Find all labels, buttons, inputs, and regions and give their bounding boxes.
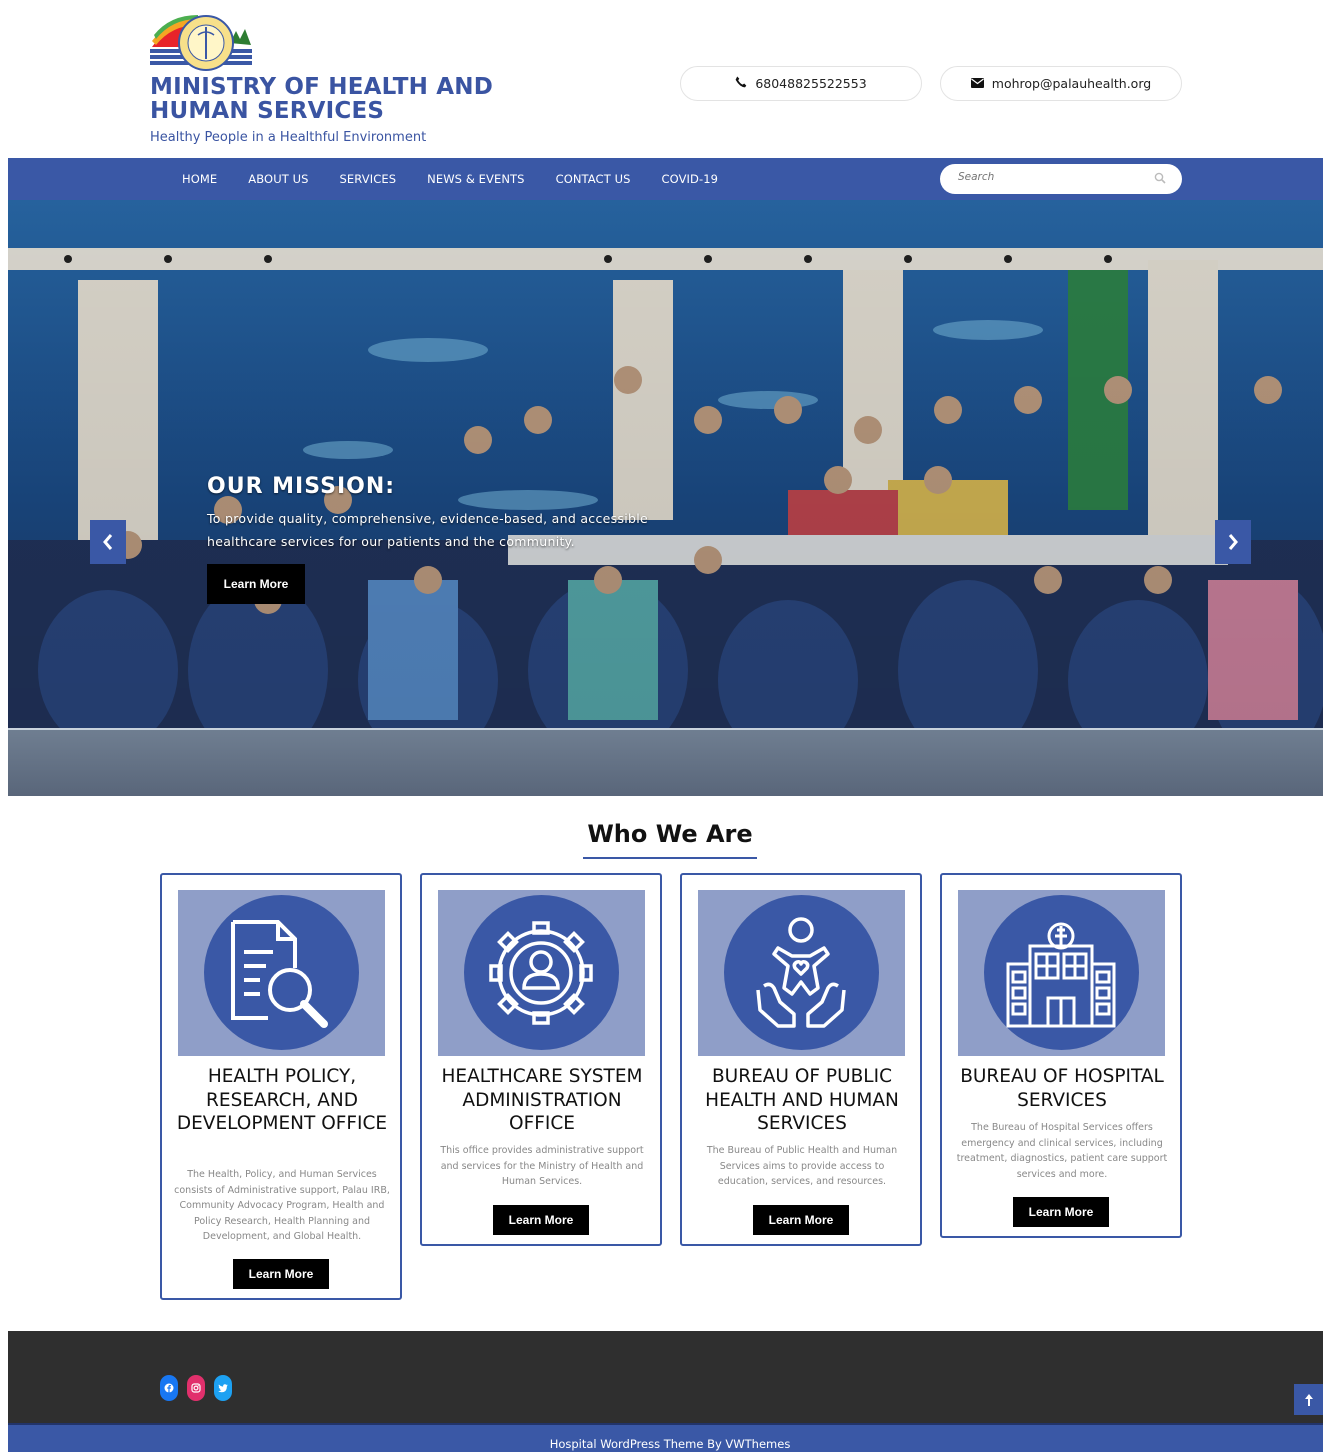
twitter-icon[interactable] — [214, 1375, 232, 1401]
email-address: mohrop@palauhealth.org — [991, 76, 1152, 91]
card-description: The Bureau of Public Health and Human Se… — [706, 1145, 898, 1187]
search-icon[interactable] — [1154, 172, 1166, 184]
nav-menu: HOME ABOUT US SERVICES NEWS & EVENTS CON… — [182, 158, 749, 200]
card-description: The Health, Policy, and Human Services c… — [174, 1169, 390, 1242]
page: MINISTRY OF HEALTH AND HUMAN SERVICES He… — [0, 0, 1323, 1452]
card-learn-more-button[interactable]: Learn More — [753, 1205, 849, 1235]
service-card-healthcare-administration: HEALTHCARE SYSTEM ADMINISTRATION OFFICE … — [420, 873, 662, 1246]
nav-item-covid-19[interactable]: COVID-19 — [662, 172, 719, 186]
card-title: HEALTH POLICY, RESEARCH, AND DEVELOPMENT… — [176, 1066, 388, 1134]
service-card-public-health: BUREAU OF PUBLIC HEALTH AND HUMAN SERVIC… — [680, 873, 922, 1246]
hero-text: To provide quality, comprehensive, evide… — [207, 511, 649, 549]
nav-item-home[interactable]: HOME — [182, 172, 217, 186]
card-title: HEALTHCARE SYSTEM ADMINISTRATION OFFICE — [441, 1066, 643, 1134]
slider-prev-button[interactable] — [90, 520, 126, 564]
footer — [8, 1331, 1323, 1423]
phone-icon — [735, 76, 747, 91]
nav-item-about-us[interactable]: ABOUT US — [248, 172, 308, 186]
chevron-left-icon — [103, 534, 113, 550]
instagram-icon[interactable] — [187, 1375, 205, 1401]
card-learn-more-button[interactable]: Learn More — [233, 1259, 329, 1289]
card-title: BUREAU OF HOSPITAL SERVICES — [960, 1066, 1164, 1111]
hero-overlay — [8, 200, 1323, 728]
service-card-health-policy: HEALTH POLICY, RESEARCH, AND DEVELOPMENT… — [160, 873, 402, 1300]
arrow-up-icon — [1304, 1393, 1313, 1406]
copyright-text[interactable]: Hospital WordPress Theme By VWThemes — [0, 1437, 1323, 1451]
card-learn-more-button[interactable]: Learn More — [1013, 1197, 1109, 1227]
slider-next-button[interactable] — [1215, 520, 1251, 564]
search-box — [940, 164, 1182, 194]
search-input[interactable] — [958, 171, 1148, 183]
nav-item-news-events[interactable]: NEWS & EVENTS — [427, 172, 524, 186]
card-image — [698, 890, 905, 1056]
title-underline — [583, 857, 757, 859]
envelope-icon — [970, 77, 984, 91]
ministry-logo-icon[interactable] — [150, 13, 252, 75]
back-to-top-button[interactable] — [1294, 1384, 1323, 1415]
person-gear-icon — [489, 921, 593, 1025]
service-card-hospital-services: BUREAU OF HOSPITAL SERVICES The Bureau o… — [940, 873, 1182, 1238]
hero-slider: OUR MISSION: To provide quality, compreh… — [8, 200, 1323, 796]
card-title: BUREAU OF PUBLIC HEALTH AND HUMAN SERVIC… — [705, 1066, 899, 1134]
hero-title: OUR MISSION: — [207, 474, 396, 499]
site-tagline: Healthy People in a Healthful Environmen… — [150, 130, 427, 145]
nav-item-contact-us[interactable]: CONTACT US — [556, 172, 631, 186]
hero-floor — [8, 728, 1323, 796]
phone-number: 68048825522553 — [755, 76, 867, 91]
site-title[interactable]: MINISTRY OF HEALTH AND HUMAN SERVICES — [150, 75, 590, 123]
card-learn-more-button[interactable]: Learn More — [493, 1205, 589, 1235]
hero-learn-more-button[interactable]: Learn More — [207, 564, 305, 604]
chevron-right-icon — [1228, 534, 1238, 550]
card-description: The Bureau of Hospital Services offers e… — [956, 1122, 1168, 1180]
facebook-icon[interactable] — [160, 1375, 178, 1401]
nav-item-services[interactable]: SERVICES — [340, 172, 397, 186]
phone-contact[interactable]: 68048825522553 — [680, 66, 922, 101]
child-care-hands-icon — [756, 917, 846, 1028]
document-search-icon — [231, 920, 328, 1028]
hospital-building-icon — [1006, 922, 1116, 1028]
card-image — [438, 890, 645, 1056]
section-title: Who We Are — [587, 820, 753, 848]
email-contact[interactable]: mohrop@palauhealth.org — [940, 66, 1182, 101]
card-image — [178, 890, 385, 1056]
card-image — [958, 890, 1165, 1056]
card-description: This office provides administrative supp… — [440, 1145, 644, 1187]
